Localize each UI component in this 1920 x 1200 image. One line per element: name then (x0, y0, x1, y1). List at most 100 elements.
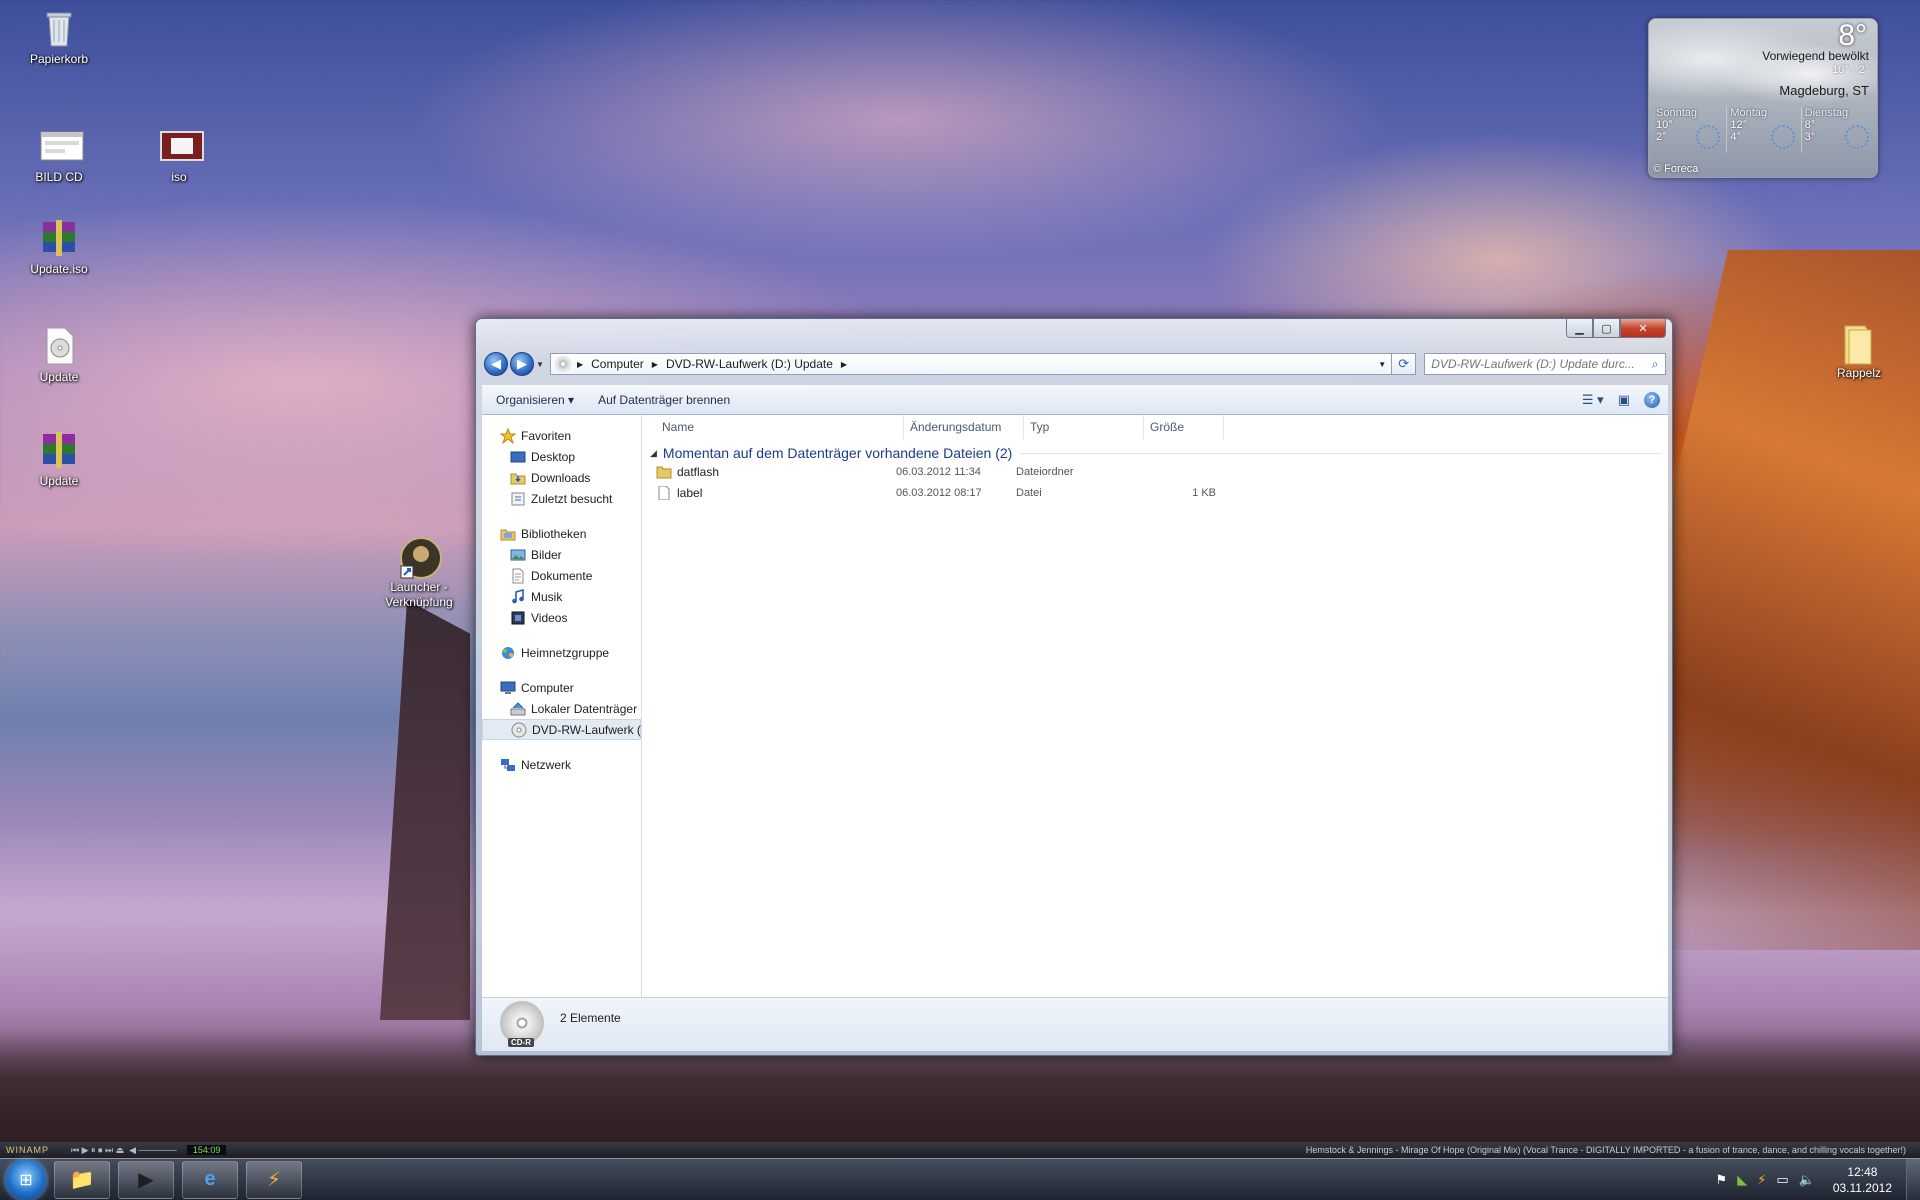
nav-documents[interactable]: Dokumente (482, 565, 641, 586)
clock-time: 12:48 (1847, 1164, 1878, 1179)
network-icon[interactable]: ▭ (1776, 1172, 1788, 1188)
winrar-archive-icon (39, 430, 79, 470)
file-row[interactable]: datflash 06.03.2012 11:34 Dateiordner (656, 461, 1668, 482)
forecast-day-name: Dienstag (1804, 107, 1849, 119)
help-icon[interactable]: ? (1644, 391, 1660, 408)
winamp-controls[interactable]: ⏮ ▶ ⏸ ⏹ ⏭ ⏏ ◀ ────── (71, 1145, 177, 1156)
minimize-button[interactable]: ▁ (1566, 319, 1593, 338)
column-date[interactable]: Änderungsdatum (904, 414, 1024, 439)
column-name[interactable]: Name (642, 414, 904, 439)
desktop-icon-iso[interactable]: iso (129, 126, 229, 185)
burn-to-disc-button[interactable]: Auf Datenträger brennen (598, 393, 730, 407)
close-button[interactable]: ✕ (1620, 319, 1666, 338)
search-input[interactable] (1431, 357, 1645, 371)
breadcrumb-computer[interactable]: Computer (591, 357, 644, 371)
weather-credit[interactable]: © Foreca (1653, 163, 1698, 175)
nav-downloads[interactable]: Downloads (482, 467, 641, 488)
search-icon[interactable]: ⌕ (1645, 357, 1665, 372)
desktop-icon-label: Rappelz (1836, 366, 1882, 380)
breadcrumb-dvd-update[interactable]: DVD-RW-Laufwerk (D:) Update (666, 357, 833, 371)
winamp-bar[interactable]: WINAMP ⏮ ▶ ⏸ ⏹ ⏭ ⏏ ◀ ────── 154:09 Hemst… (0, 1142, 1920, 1158)
taskbar-explorer-button[interactable]: 📁 (54, 1160, 110, 1199)
preview-pane-icon[interactable]: ▣ (1618, 392, 1630, 408)
column-size[interactable]: Größe (1144, 414, 1224, 439)
group-divider (1020, 452, 1662, 454)
winamp-tray-icon[interactable]: ⚡ (1757, 1172, 1766, 1188)
column-type[interactable]: Typ (1024, 414, 1144, 439)
action-center-flag-icon[interactable]: ⚑ (1716, 1172, 1728, 1188)
weather-gadget[interactable]: 8° Vorwiegend bewölkt 10° - 2° Magdeburg… (1648, 18, 1878, 178)
nav-favorites[interactable]: Favoriten (482, 425, 641, 446)
computer-icon (500, 681, 516, 694)
address-dropdown-icon[interactable]: ▼ (1373, 360, 1391, 369)
show-desktop-button[interactable] (1906, 1158, 1920, 1200)
chevron-right-icon[interactable]: ▶ (577, 360, 583, 369)
desktop-icon-label: Update (39, 474, 79, 488)
forecast-day: Sonntag 10° 2° (1653, 107, 1726, 153)
address-bar[interactable]: ▶ Computer ▶ DVD-RW-Laufwerk (D:) Update… (549, 353, 1393, 375)
nav-recent[interactable]: Zuletzt besucht (482, 488, 641, 509)
taskbar-media-player-button[interactable]: ▶ (118, 1160, 174, 1199)
organize-button[interactable]: Organisieren ▾ (496, 393, 574, 407)
desktop-icon-update-archive[interactable]: Update (9, 430, 109, 489)
nav-label: Dokumente (531, 568, 593, 583)
maximize-button[interactable]: ▢ (1593, 319, 1620, 338)
taskbar-winamp-button[interactable]: ⚡ (246, 1160, 302, 1199)
pictures-icon (510, 549, 526, 560)
nav-videos[interactable]: Videos (482, 607, 641, 628)
file-row[interactable]: label 06.03.2012 08:17 Datei 1 KB (656, 482, 1668, 503)
weather-temperature: 8° (1838, 19, 1867, 52)
nav-dvd-drive[interactable]: DVD-RW-Laufwerk ( (482, 719, 641, 740)
desktop-icon-label: Papierkorb (29, 52, 89, 66)
group-title: Momentan auf dem Datenträger vorhandene … (662, 445, 1013, 461)
forecast-day-name: Sonntag (1656, 107, 1697, 119)
folder-icon (1839, 322, 1879, 365)
desktop-icon-update-iso[interactable]: Update.iso (9, 218, 109, 277)
nav-computer[interactable]: Computer (482, 677, 641, 698)
winamp-logo: WINAMP (6, 1145, 49, 1155)
file-group-header[interactable]: ◢ Momentan auf dem Datenträger vorhanden… (650, 445, 1668, 461)
nav-network[interactable]: Netzwerk (482, 754, 641, 775)
downloads-folder-icon (510, 473, 526, 484)
nav-libraries[interactable]: Bibliotheken (482, 523, 641, 544)
file-name: label (677, 485, 703, 500)
weather-range: 10° - 2° (1832, 64, 1869, 76)
back-button[interactable]: ◀ (484, 352, 508, 376)
recent-pages-dropdown[interactable]: ▼ (536, 360, 546, 369)
folder-icon: 📁 (69, 1169, 95, 1191)
view-controls: ☰ ▾ ▣ ? (1568, 391, 1668, 408)
hard-drive-icon (510, 701, 526, 715)
refresh-button[interactable]: ⟳ (1392, 353, 1417, 375)
desktop-icon-recycle-bin[interactable]: Papierkorb (9, 8, 109, 67)
explorer-window[interactable]: ▁ ▢ ✕ ◀ ▶ ▼ ▶ Computer ▶ DVD-RW-Laufwerk… (475, 318, 1673, 1056)
nav-homegroup[interactable]: Heimnetzgruppe (482, 642, 641, 663)
internet-explorer-icon: e (204, 1168, 216, 1190)
desktop-icon-rappelz[interactable]: Rappelz (1809, 322, 1909, 381)
nav-local-disk[interactable]: Lokaler Datenträger (482, 698, 641, 719)
snow-icon (1844, 125, 1869, 149)
volume-icon[interactable]: 🔈 (1799, 1172, 1815, 1188)
file-name-cell: label (656, 485, 896, 500)
nav-label: Downloads (531, 470, 591, 485)
nav-desktop[interactable]: Desktop (482, 446, 641, 467)
search-box[interactable]: ⌕ (1424, 353, 1666, 375)
nav-pictures[interactable]: Bilder (482, 544, 641, 565)
forward-button[interactable]: ▶ (509, 352, 534, 376)
nvidia-icon[interactable]: ◣ (1737, 1172, 1747, 1188)
disc-label: CD-R (508, 1037, 534, 1047)
desktop-icon-launcher-shortcut[interactable]: Launcher - Verknüpfung (369, 536, 469, 610)
taskbar-internet-explorer-button[interactable]: e (182, 1160, 238, 1199)
collapse-triangle-icon[interactable]: ◢ (650, 448, 657, 459)
desktop-icon-label: BILD CD (35, 170, 83, 184)
nav-label: Heimnetzgruppe (521, 645, 610, 660)
chevron-right-icon[interactable]: ▶ (652, 360, 658, 369)
change-view-icon[interactable]: ☰ ▾ (1582, 392, 1604, 408)
nav-music[interactable]: Musik (482, 586, 641, 607)
column-headers: Name Änderungsdatum Typ Größe (642, 414, 1668, 439)
network-icon (501, 758, 515, 771)
chevron-right-icon[interactable]: ▶ (841, 360, 847, 369)
desktop-icon-bild-cd[interactable]: BILD CD (9, 126, 109, 185)
start-button[interactable]: ⊞ (6, 1159, 46, 1200)
clock[interactable]: 12:48 03.11.2012 (1833, 1164, 1892, 1196)
desktop-icon-update-disc[interactable]: Update (9, 326, 109, 385)
